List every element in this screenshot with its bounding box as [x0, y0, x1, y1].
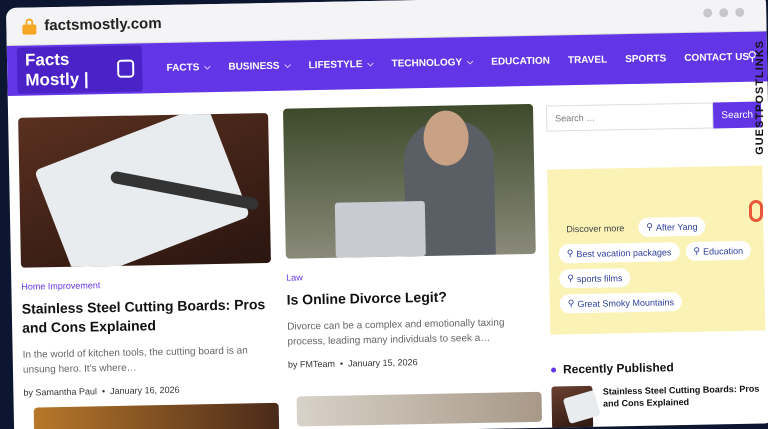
chevron-down-icon: ⌵	[467, 57, 474, 67]
logo-mark-icon	[116, 59, 135, 78]
post-meta: by FMTeam • January 15, 2026	[287, 357, 418, 370]
sidebar-search: Search	[545, 101, 762, 132]
site-logo[interactable]: Facts Mostly |	[16, 45, 144, 94]
sidebar: Search Discover more ⚲After Yang ⚲Best v…	[545, 101, 767, 429]
laptop-shape	[334, 200, 426, 258]
window-dot[interactable]	[703, 8, 713, 18]
chevron-down-icon: ⌵	[367, 58, 374, 69]
post-image[interactable]	[18, 112, 271, 268]
nav-item-travel[interactable]: TRAVEL	[568, 54, 607, 66]
post-card: Law Is Online Divorce Legit? Divorce can…	[282, 103, 538, 370]
post-date[interactable]: January 15, 2026	[348, 357, 418, 368]
recent-thumbnail[interactable]	[551, 385, 594, 429]
search-icon: ⚲	[567, 298, 575, 309]
browser-window: factsmostly.com Facts Mostly | FACTS ⌵ BU…	[6, 0, 768, 429]
logo-text: Facts Mostly |	[24, 49, 89, 90]
lock-icon	[22, 17, 37, 35]
post-image[interactable]	[296, 391, 543, 427]
post-image[interactable]	[282, 103, 536, 259]
window-controls	[703, 7, 745, 18]
post-excerpt: Divorce can be a complex and emotionally…	[287, 317, 505, 348]
post-author[interactable]: by Samantha Paul	[23, 386, 97, 397]
post-category[interactable]: Home Improvement	[21, 277, 271, 292]
search-icon: ⚲	[693, 245, 701, 256]
tag-link[interactable]: ⚲ sports films	[559, 268, 631, 289]
post-card: Home Improvement Stainless Steel Cutting…	[18, 112, 273, 398]
search-icon: ⚲	[567, 273, 574, 284]
nav-item-technology[interactable]: TECHNOLOGY ⌵	[391, 57, 474, 69]
post-meta: by Samantha Paul • January 16, 2026	[23, 384, 180, 398]
tag-link[interactable]: ⚲ After Yang	[638, 216, 706, 237]
window-dot[interactable]	[719, 8, 729, 18]
nav-item-education[interactable]: EDUCATION	[491, 55, 550, 67]
search-icon: ⚲	[566, 248, 574, 259]
nav-item-facts[interactable]: FACTS ⌵	[166, 62, 210, 74]
tag-link[interactable]: ⚲ Education	[685, 240, 752, 261]
bullet-icon	[550, 367, 557, 373]
recent-title[interactable]: Stainless Steel Cutting Boards: Pros and…	[603, 382, 767, 429]
tag-link[interactable]: ⚲ Great Smoky Mountains	[559, 292, 683, 314]
window-dot[interactable]	[735, 7, 745, 18]
discover-more-label: Discover more	[566, 222, 625, 234]
tag-cloud: Discover more ⚲ After Yang ⚲ Best vacation…	[558, 216, 755, 314]
recent-item[interactable]: Stainless Steel Cutting Boards: Pros and…	[551, 382, 767, 429]
tag-link[interactable]: ⚲ Best vacation packages	[558, 242, 680, 264]
post-image[interactable]	[33, 402, 280, 429]
nav-item-contact[interactable]: CONTACT US	[684, 51, 749, 63]
nav-item-lifestyle[interactable]: LIFESTYLE ⌵	[309, 58, 374, 71]
post-category[interactable]: Law	[286, 268, 536, 282]
post-title[interactable]: Is Online Divorce Legit?	[286, 286, 536, 310]
chevron-down-icon: ⌵	[284, 60, 291, 70]
search-icon: ⚲	[646, 221, 654, 232]
recent-heading: Recently Published	[550, 358, 766, 376]
search-input[interactable]	[545, 102, 714, 132]
ad-box: Discover more ⚲ After Yang ⚲ Best vacation…	[547, 165, 766, 335]
nav-item-sports[interactable]: SPORTS	[625, 53, 666, 65]
post-author[interactable]: by FMTeam	[288, 359, 335, 370]
post-date[interactable]: January 16, 2026	[110, 385, 180, 396]
chevron-down-icon: ⌵	[204, 62, 211, 72]
url-text[interactable]: factsmostly.com	[44, 15, 162, 34]
watermark-logo-icon	[749, 200, 763, 222]
post-excerpt: In the world of kitchen tools, the cutti…	[22, 345, 248, 376]
watermark-text: GUESTPOSTLINKS	[754, 40, 766, 155]
post-title[interactable]: Stainless Steel Cutting Boards: Pros and…	[22, 295, 273, 338]
nav-item-business[interactable]: BUSINESS ⌵	[228, 60, 290, 72]
